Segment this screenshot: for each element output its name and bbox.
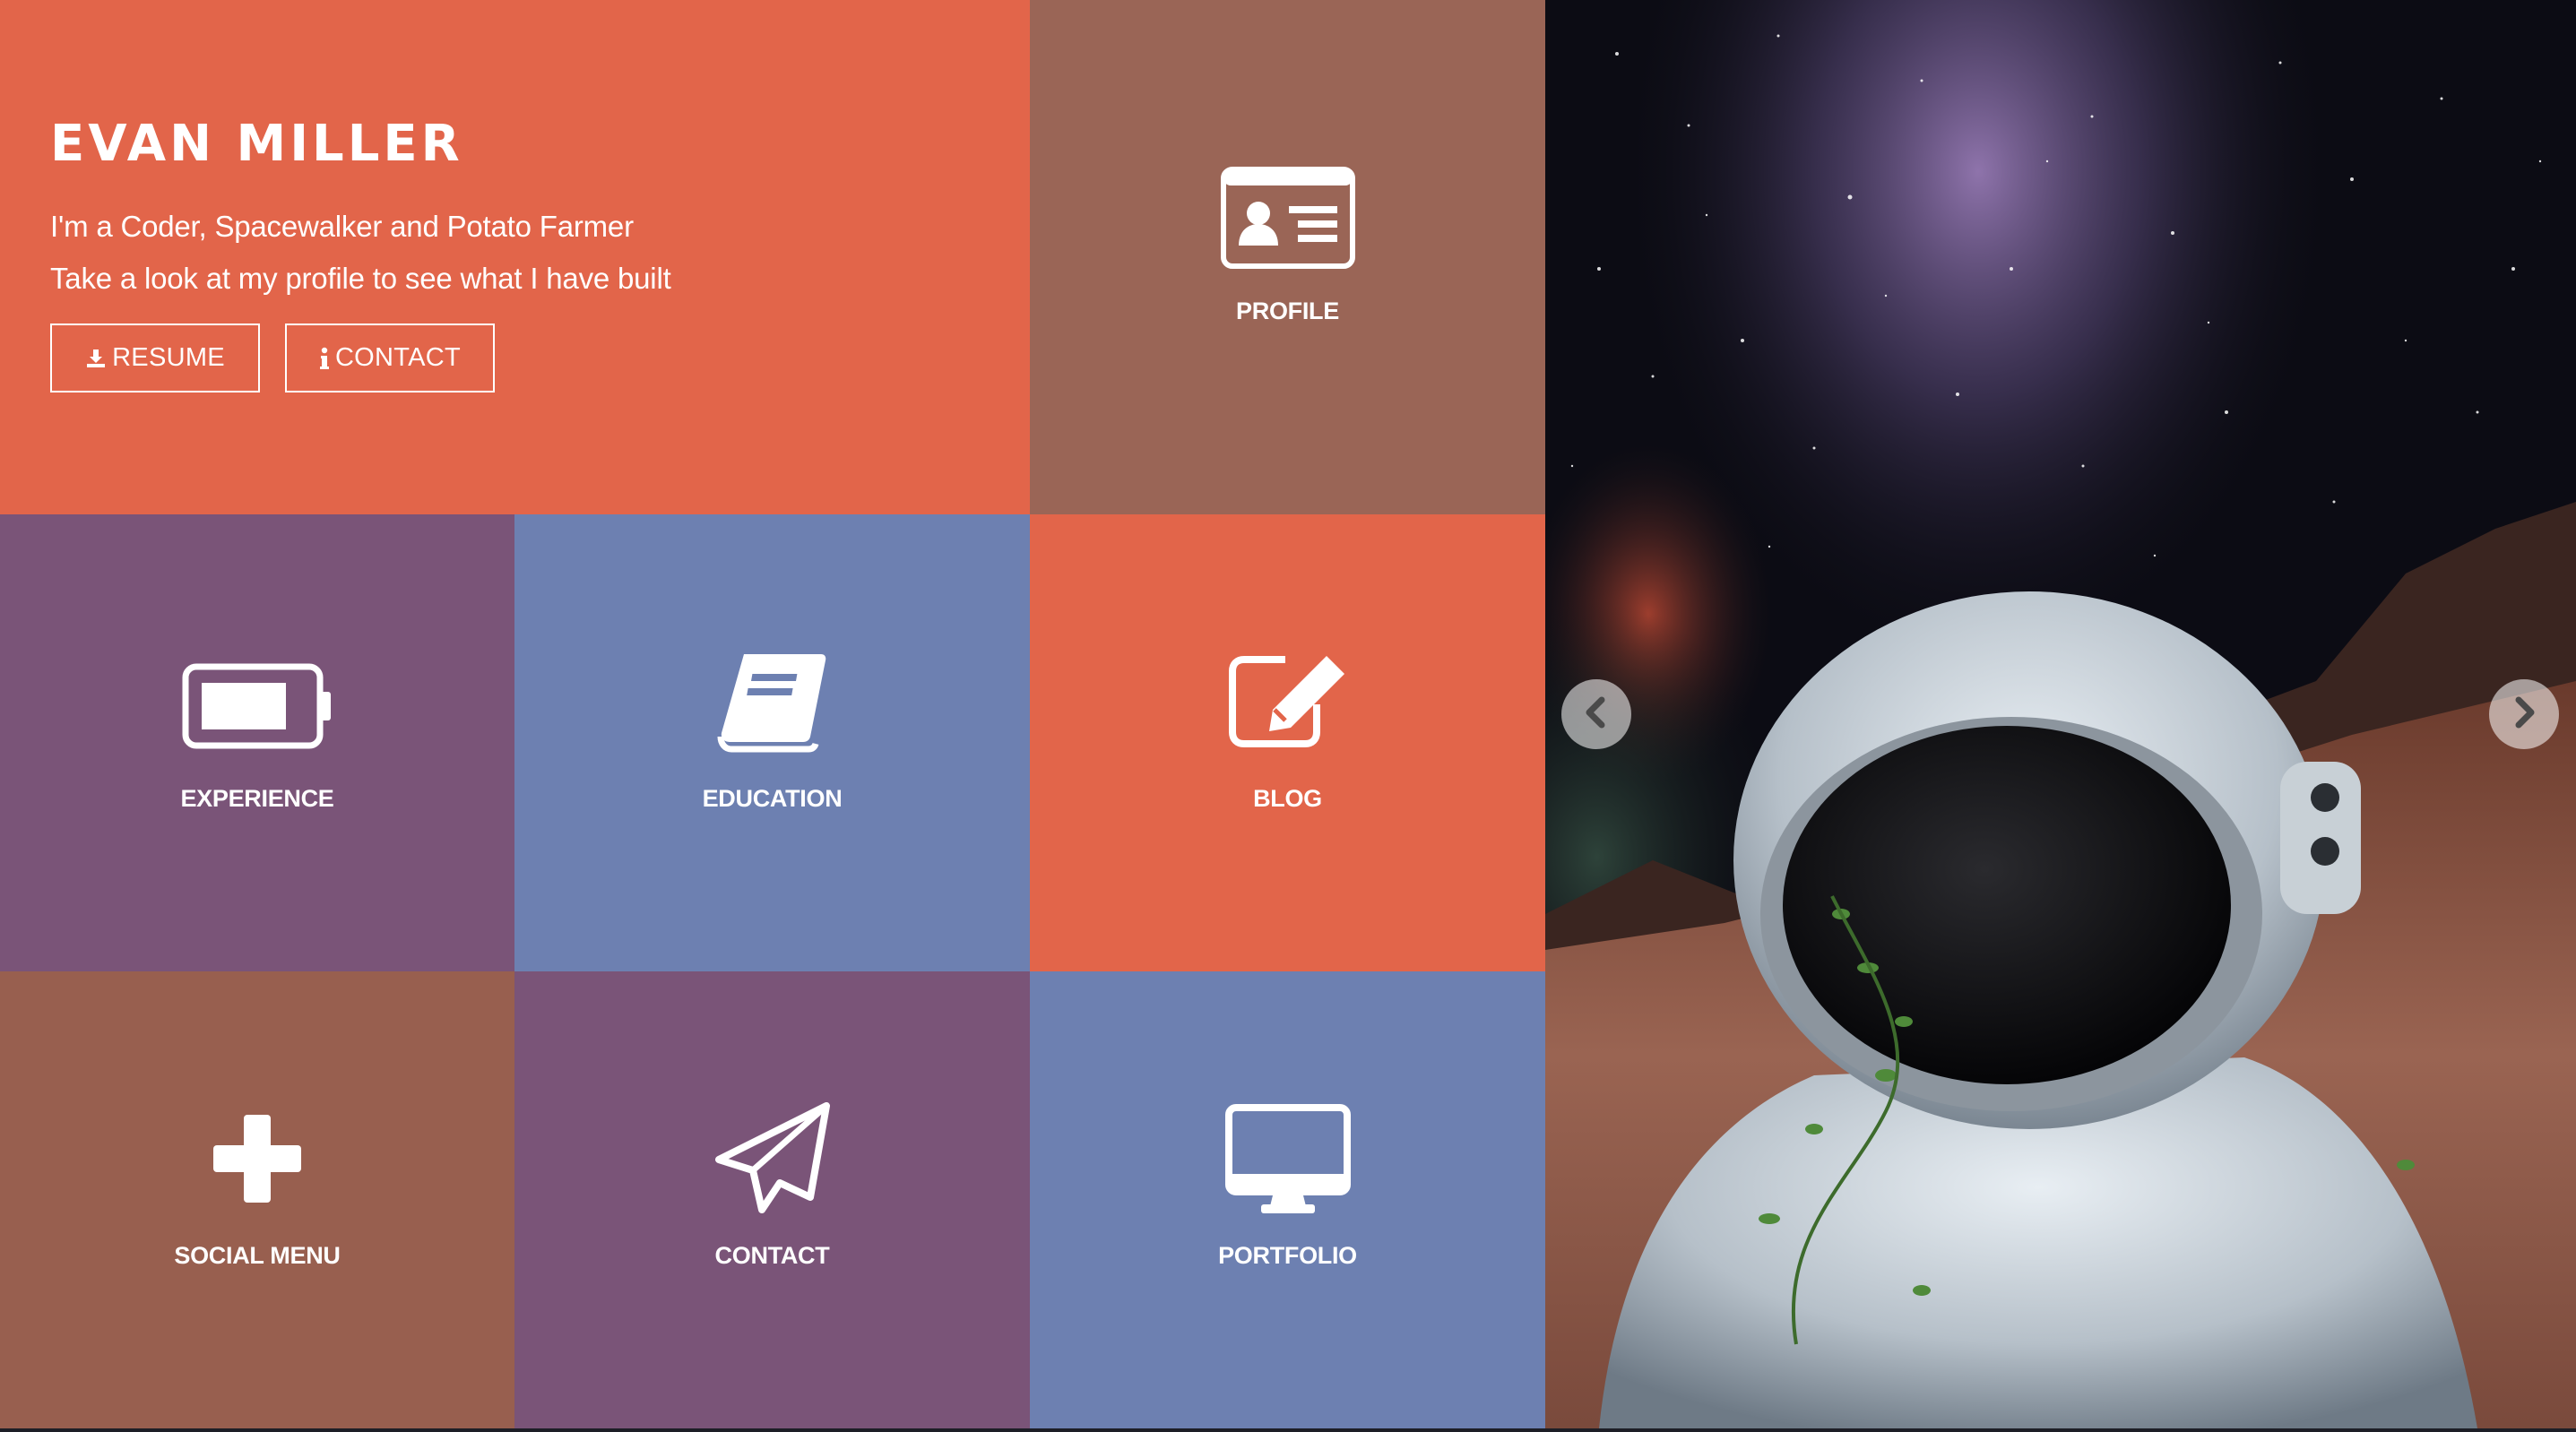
- battery-icon: [0, 663, 514, 754]
- tile-profile[interactable]: PROFILE: [1030, 0, 1545, 514]
- intro-panel: EVAN MILLER I'm a Coder, Spacewalker and…: [0, 0, 1030, 514]
- chevron-left-icon: [1578, 694, 1614, 735]
- book-icon: [514, 651, 1030, 759]
- monitor-icon: [1030, 1104, 1545, 1220]
- tile-social-menu[interactable]: SOCIAL MENU: [0, 971, 514, 1428]
- subline: Take a look at my profile to see what I …: [50, 262, 671, 295]
- tile-contact-label: CONTACT: [714, 1242, 830, 1269]
- tile-social-menu-label: SOCIAL MENU: [174, 1242, 341, 1269]
- resume-button-label: RESUME: [112, 343, 225, 372]
- info-icon: [319, 347, 330, 370]
- tile-contact[interactable]: CONTACT: [514, 971, 1030, 1428]
- id-card-icon: [1030, 167, 1545, 273]
- chevron-right-icon: [2506, 694, 2542, 735]
- tile-portfolio-label: PORTFOLIO: [1218, 1242, 1357, 1269]
- plus-icon: [0, 1113, 514, 1209]
- tagline: I'm a Coder, Spacewalker and Potato Farm…: [50, 210, 634, 243]
- tile-experience-label: EXPERIENCE: [180, 785, 334, 812]
- tile-portfolio[interactable]: PORTFOLIO: [1030, 971, 1545, 1428]
- carousel-next-button[interactable]: [2489, 679, 2559, 749]
- carousel-prev-button[interactable]: [1561, 679, 1631, 749]
- edit-icon: [1030, 651, 1545, 754]
- hero-image: [1545, 0, 2576, 1428]
- contact-button[interactable]: CONTACT: [285, 323, 495, 393]
- tile-education-label: EDUCATION: [702, 785, 843, 812]
- tile-profile-label: PROFILE: [1236, 298, 1339, 324]
- tile-blog-label: BLOG: [1253, 785, 1322, 812]
- tile-education[interactable]: EDUCATION: [514, 514, 1030, 971]
- download-icon: [85, 348, 107, 369]
- page-title: EVAN MILLER: [50, 115, 463, 173]
- resume-button[interactable]: RESUME: [50, 323, 260, 393]
- tile-experience[interactable]: EXPERIENCE: [0, 514, 514, 971]
- contact-button-label: CONTACT: [334, 343, 462, 372]
- paper-plane-icon: [514, 1102, 1030, 1221]
- tile-blog[interactable]: BLOG: [1030, 514, 1545, 971]
- bottom-bar: [0, 1428, 2576, 1432]
